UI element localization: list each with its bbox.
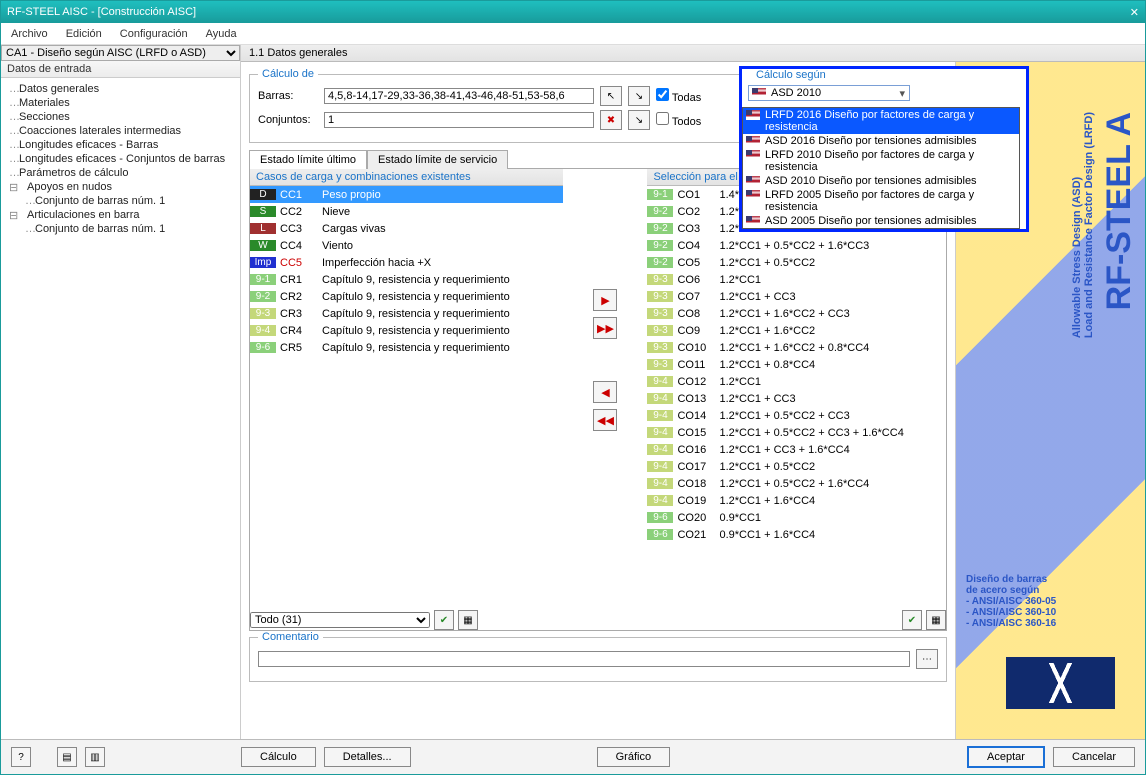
list-row[interactable]: 9-2CO41.2*CC1 + 0.5*CC2 + 1.6*CC3 [647,237,946,254]
dropdown-option[interactable]: LRFD 2005 Diseño por factores de carga y… [743,188,1019,214]
list-row[interactable]: 9-4CO161.2*CC1 + CC3 + 1.6*CC4 [647,441,946,458]
menubar: Archivo Edición Configuración Ayuda [1,23,1145,45]
grid-icon[interactable]: ▦ [458,610,478,630]
left-list-header: Casos de carga y combinaciones existente… [250,169,563,186]
menu-config[interactable]: Configuración [120,28,188,40]
list-row[interactable]: 9-4CO121.2*CC1 [647,373,946,390]
calc-segun-select[interactable]: ASD 2010 [748,85,910,101]
conjuntos-input[interactable] [324,112,594,128]
pick3-icon[interactable]: ↘ [628,110,650,130]
list-row[interactable]: 9-4CO181.2*CC1 + 0.5*CC2 + 1.6*CC4 [647,475,946,492]
list-row[interactable]: 9-6CR5Capítulo 9, resistencia y requerim… [250,339,563,356]
logo-icon [1006,657,1115,709]
filter-select[interactable]: Todo (31) [250,612,430,628]
nav-tree: Datos generalesMaterialesSeccionesCoacci… [1,78,240,739]
list-row[interactable]: WCC4Viento [250,237,563,254]
check2-icon[interactable]: ✔ [902,610,922,630]
accept-button[interactable]: Aceptar [967,746,1045,768]
menu-file[interactable]: Archivo [11,28,48,40]
barras-label: Barras: [258,90,318,102]
list-row[interactable]: 9-2CR2Capítulo 9, resistencia y requerim… [250,288,563,305]
tree-item[interactable]: Conjunto de barras núm. 1 [7,222,234,236]
barras-input[interactable] [324,88,594,104]
sidebar-header: Datos de entrada [1,61,240,78]
footer: ? ▤ ▥ Cálculo Detalles... Gráfico Acepta… [1,739,1145,774]
tree-item[interactable]: Apoyos en nudos [7,180,234,194]
tab-service[interactable]: Estado límite de servicio [367,150,508,169]
pick-icon[interactable]: ↖ [600,86,622,106]
close-icon[interactable]: ✕ [1130,6,1139,19]
list-row[interactable]: 9-2CO51.2*CC1 + 0.5*CC2 [647,254,946,271]
move-left-button[interactable]: ◀ [593,381,617,403]
list-row[interactable]: DCC1Peso propio [250,186,563,203]
tab-ultimate[interactable]: Estado límite último [249,150,367,169]
list-row[interactable]: 9-4CO171.2*CC1 + 0.5*CC2 [647,458,946,475]
move-all-left-button[interactable]: ◀◀ [593,409,617,431]
dropdown-option[interactable]: LRFD 2010 Diseño por factores de carga y… [743,148,1019,174]
sidebar: CA1 - Diseño según AISC (LRFD o ASD) Dat… [1,45,241,739]
menu-help[interactable]: Ayuda [206,28,237,40]
list-row[interactable]: 9-4CO141.2*CC1 + 0.5*CC2 + CC3 [647,407,946,424]
titlebar: RF-STEEL AISC - [Construcción AISC] ✕ [1,1,1145,23]
conjuntos-label: Conjuntos: [258,114,318,126]
cancel-button[interactable]: Cancelar [1053,747,1135,767]
list-row[interactable]: 9-3CO111.2*CC1 + 0.8*CC4 [647,356,946,373]
dropdown-option[interactable]: LRFD 2016 Diseño por factores de carga y… [743,108,1019,134]
del-icon[interactable]: ✖ [600,110,622,130]
check-icon[interactable]: ✔ [434,610,454,630]
dropdown-option[interactable]: ASD 2010 Diseño por tensiones admisibles [743,174,1019,188]
tree-item[interactable]: Materiales [7,96,234,110]
todos-checkbox[interactable] [656,112,669,125]
todas-checkbox[interactable] [656,88,669,101]
left-list[interactable]: DCC1Peso propioSCC2NieveLCC3Cargas vivas… [250,186,563,606]
help-icon[interactable]: ? [11,747,31,767]
tree-item[interactable]: Longitudes eficaces - Conjuntos de barra… [7,152,234,166]
list-row[interactable]: 9-6CO210.9*CC1 + 1.6*CC4 [647,526,946,543]
list-row[interactable]: LCC3Cargas vivas [250,220,563,237]
list-row[interactable]: 9-3CO91.2*CC1 + 1.6*CC2 [647,322,946,339]
comment-pick-icon[interactable]: ⋯ [916,649,938,669]
calc-segun-options: LRFD 2016 Diseño por factores de carga y… [742,107,1020,229]
move-all-right-button[interactable]: ▶▶ [593,317,617,339]
list-row[interactable]: 9-4CO131.2*CC1 + CC3 [647,390,946,407]
menu-edit[interactable]: Edición [66,28,102,40]
dropdown-option[interactable]: ASD 2016 Diseño por tensiones admisibles [743,134,1019,148]
tree-item[interactable]: Coacciones laterales intermedias [7,124,234,138]
list-row[interactable]: 9-3CO101.2*CC1 + 1.6*CC2 + 0.8*CC4 [647,339,946,356]
window-title: RF-STEEL AISC - [Construcción AISC] [7,6,196,18]
comment-fieldset: Comentario ⋯ [249,631,947,682]
comment-input[interactable] [258,651,910,667]
list-row[interactable]: ImpCC5Imperfección hacia +X [250,254,563,271]
list-row[interactable]: 9-3CO61.2*CC1 [647,271,946,288]
tree-item[interactable]: Longitudes eficaces - Barras [7,138,234,152]
list-row[interactable]: 9-6CO200.9*CC1 [647,509,946,526]
list-row[interactable]: 9-3CO71.2*CC1 + CC3 [647,288,946,305]
list-row[interactable]: 9-3CO81.2*CC1 + 1.6*CC2 + CC3 [647,305,946,322]
list-row[interactable]: 9-4CR4Capítulo 9, resistencia y requerim… [250,322,563,339]
list-row[interactable]: 9-4CO151.2*CC1 + 0.5*CC2 + CC3 + 1.6*CC4 [647,424,946,441]
move-right-button[interactable]: ▶ [593,289,617,311]
case-select[interactable]: CA1 - Diseño según AISC (LRFD o ASD) [1,45,240,61]
page-title: 1.1 Datos generales [241,45,1145,62]
tree-item[interactable]: Parámetros de cálculo [7,166,234,180]
tree-item[interactable]: Articulaciones en barra [7,208,234,222]
tool1-icon[interactable]: ▤ [57,747,77,767]
pick2-icon[interactable]: ↘ [628,86,650,106]
calc-button[interactable]: Cálculo [241,747,316,767]
list-row[interactable]: 9-1CR1Capítulo 9, resistencia y requerim… [250,271,563,288]
details-button[interactable]: Detalles... [324,747,411,767]
dropdown-option[interactable]: ASD 2005 Diseño por tensiones admisibles [743,214,1019,228]
tree-item[interactable]: Conjunto de barras núm. 1 [7,194,234,208]
tree-item[interactable]: Datos generales [7,82,234,96]
calc-segun-dropdown: Cálculo según ASD 2010 LRFD 2016 Diseño … [739,66,1029,232]
tree-item[interactable]: Secciones [7,110,234,124]
list-row[interactable]: 9-4CO191.2*CC1 + 1.6*CC4 [647,492,946,509]
grid2-icon[interactable]: ▦ [926,610,946,630]
tool2-icon[interactable]: ▥ [85,747,105,767]
list-row[interactable]: 9-3CR3Capítulo 9, resistencia y requerim… [250,305,563,322]
list-row[interactable]: SCC2Nieve [250,203,563,220]
right-list[interactable]: 9-1CO11.4*CC19-2CO21.2*CC19-2CO31.2*CC1 … [647,186,946,606]
graph-button[interactable]: Gráfico [597,747,670,767]
